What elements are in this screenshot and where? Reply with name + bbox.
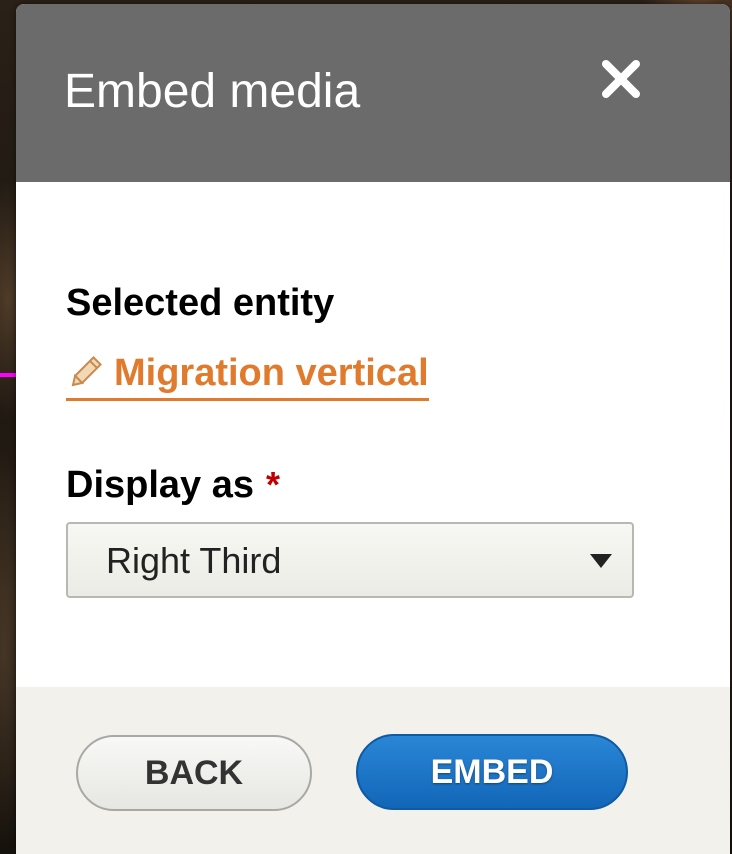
required-marker: * bbox=[266, 464, 281, 505]
display-as-label: Display as * bbox=[66, 462, 280, 508]
close-button[interactable] bbox=[596, 54, 648, 106]
embed-media-dialog: Embed media Selected entity Migration ve… bbox=[16, 4, 730, 854]
close-icon bbox=[602, 60, 640, 98]
display-as-label-text: Display as bbox=[66, 464, 254, 506]
selected-entity-heading: Selected entity bbox=[66, 282, 335, 324]
pencil-icon bbox=[71, 356, 102, 387]
dialog-titlebar: Embed media bbox=[16, 4, 730, 182]
display-as-selected-value: Right Third bbox=[106, 540, 282, 581]
back-button[interactable]: BACK bbox=[76, 735, 312, 811]
dialog-content: Selected entity Migration vertical Displ… bbox=[16, 182, 730, 687]
dialog-footer: BACK EMBED bbox=[16, 687, 730, 854]
display-as-select[interactable]: Right Third bbox=[66, 522, 634, 598]
dialog-title: Embed media bbox=[64, 65, 361, 118]
embed-button[interactable]: EMBED bbox=[356, 734, 628, 810]
entity-link-label: Migration vertical bbox=[114, 352, 429, 394]
entity-link[interactable]: Migration vertical bbox=[66, 350, 429, 401]
dropdown-arrow-icon bbox=[590, 554, 612, 568]
